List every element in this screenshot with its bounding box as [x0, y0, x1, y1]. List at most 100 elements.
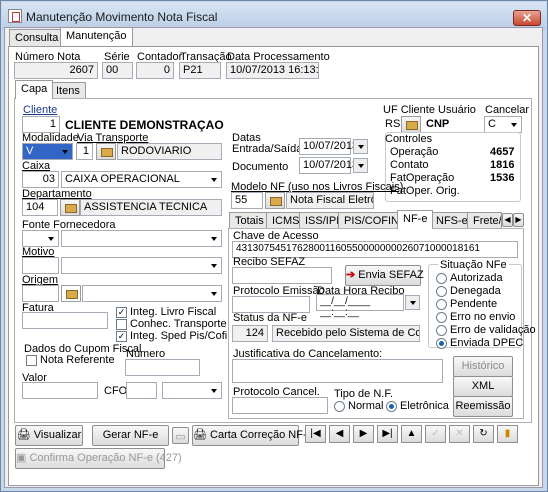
- carta-correcao-button[interactable]: 🖨 Carta Correção NF-e: [192, 425, 313, 446]
- confirma-operacao-button[interactable]: ▣ Confirma Operação NF-e (427): [15, 448, 182, 469]
- confirma-icon: ▣: [16, 452, 27, 464]
- folder-icon[interactable]: [401, 116, 421, 133]
- cfo-select[interactable]: [162, 382, 222, 399]
- entrada-date-field[interactable]: 10/07/2013: [299, 138, 358, 155]
- reemissao-button[interactable]: Reemissão: [453, 396, 513, 417]
- via-code-field[interactable]: 1: [76, 143, 93, 160]
- nota-referente-checkbox[interactable]: [26, 355, 37, 366]
- valor-field[interactable]: [22, 382, 98, 399]
- integ-sped-checkbox[interactable]: ✓: [116, 331, 127, 342]
- situacao-radio[interactable]: [436, 312, 447, 323]
- situacao-option-label: Erro no envio: [450, 311, 516, 323]
- tab-manutencao[interactable]: Manutenção: [60, 27, 133, 46]
- cfo-field[interactable]: [126, 382, 157, 399]
- visualizar-button[interactable]: 🖨 Visualizar: [15, 425, 83, 446]
- serie-field[interactable]: 00: [102, 62, 133, 79]
- data-hora-dropdown[interactable]: [405, 295, 420, 310]
- first-record-icon[interactable]: |◀: [305, 425, 326, 443]
- controles-label: Controles: [385, 133, 433, 145]
- controles-row-value: 4657: [490, 146, 515, 158]
- caixa-select[interactable]: CAIXA OPERACIONAL: [61, 171, 222, 188]
- uf-value: RS: [385, 118, 401, 130]
- fatura-field[interactable]: [22, 312, 108, 329]
- integ-sped-label: Integ. Sped Pis/Cofins: [130, 330, 239, 342]
- tipo-nf-label: Tipo de N.F.: [334, 388, 393, 400]
- insert-record-icon[interactable]: ▲: [401, 425, 422, 443]
- historico-button[interactable]: Histórico: [453, 356, 513, 377]
- entrada-saida-label: Entrada/Saída: [232, 143, 303, 155]
- motivo-code-field[interactable]: [22, 257, 59, 274]
- motivo-select[interactable]: [61, 257, 222, 274]
- data-hora-recibo-field[interactable]: __/__/____ __:__:__: [316, 294, 404, 318]
- cliente-code-field[interactable]: 1: [22, 116, 60, 133]
- conhec-transporte-checkbox[interactable]: [116, 319, 127, 330]
- data-proc-field[interactable]: 10/07/2013 16:13:50: [226, 62, 319, 79]
- tab-scroll-right-icon[interactable]: ▶: [513, 213, 524, 227]
- situacao-option-label: Denegada: [450, 285, 501, 297]
- tipo-normal-label: Normal: [348, 400, 384, 412]
- gerar-nfe-button[interactable]: Gerar NF-e: [92, 425, 169, 446]
- refresh-icon[interactable]: ↻: [473, 425, 494, 443]
- cancelar-label: Cancelar: [485, 104, 530, 116]
- exit-icon[interactable]: ▮: [497, 425, 518, 443]
- cliente-label[interactable]: Cliente: [23, 104, 57, 116]
- tab-frete[interactable]: Frete/Reb: [467, 212, 502, 229]
- last-record-icon[interactable]: ▶|: [377, 425, 398, 443]
- folder-icon[interactable]: [265, 192, 285, 209]
- documento-date-field[interactable]: 10/07/2013: [299, 157, 358, 174]
- app-icon: [8, 9, 22, 23]
- help-icon[interactable]: [61, 285, 81, 302]
- situacao-radio[interactable]: [436, 338, 447, 349]
- documento-dropdown[interactable]: [353, 158, 368, 173]
- numero-nota-field[interactable]: 2607: [14, 62, 98, 79]
- title-bar[interactable]: Manutenção Movimento Nota Fiscal ✕: [2, 2, 546, 30]
- numero-cupom-field[interactable]: [125, 359, 200, 376]
- cancelar-select[interactable]: C: [484, 116, 522, 133]
- fonte-select[interactable]: [61, 230, 222, 247]
- modalidade-select[interactable]: V: [22, 143, 73, 160]
- send-icon: ➔: [346, 269, 356, 281]
- integ-livro-label: Integ. Livro Fiscal: [130, 306, 217, 318]
- recibo-sefaz-field[interactable]: [232, 267, 332, 284]
- close-button[interactable]: ✕: [513, 10, 541, 26]
- entrada-dropdown[interactable]: [353, 139, 368, 154]
- origem-code-field[interactable]: [22, 285, 59, 302]
- modelo-code-field[interactable]: 55: [231, 192, 263, 209]
- situacao-radio[interactable]: [436, 273, 447, 284]
- envia-sefaz-button[interactable]: ➔ Envia SEFAZ: [345, 265, 424, 286]
- transacao-field[interactable]: P21: [179, 62, 221, 79]
- status-text-field: Recebido pelo Sistema de Contingência: [272, 325, 420, 342]
- tipo-eletronica-radio[interactable]: [386, 401, 397, 412]
- via-name-field: RODOVIARIO: [117, 143, 222, 160]
- contador-field[interactable]: 0: [136, 62, 174, 79]
- situacao-option-label: Autorizada: [450, 272, 503, 284]
- departamento-code-field[interactable]: 104: [22, 199, 58, 216]
- tab-itens[interactable]: Itens: [50, 82, 86, 99]
- situacao-radio[interactable]: [436, 325, 447, 336]
- cancel-record-icon[interactable]: ✕: [449, 425, 470, 443]
- justificativa-field[interactable]: [232, 359, 443, 383]
- prev-record-icon[interactable]: ◀: [329, 425, 350, 443]
- tab-capa[interactable]: Capa: [15, 80, 54, 99]
- origem-select[interactable]: [82, 285, 222, 302]
- caixa-code-field[interactable]: 03: [22, 171, 59, 188]
- situacao-option-label: Enviada DPEC: [450, 337, 524, 349]
- situacao-radio[interactable]: [436, 286, 447, 297]
- folder-icon[interactable]: [96, 143, 116, 160]
- folder-icon[interactable]: [60, 199, 80, 216]
- tab-scroll-left-icon[interactable]: ◀: [502, 213, 513, 227]
- xml-button[interactable]: XML: [453, 376, 513, 397]
- situacao-radio[interactable]: [436, 299, 447, 310]
- edit-record-icon[interactable]: ✓: [425, 425, 446, 443]
- integ-livro-checkbox[interactable]: ✓: [116, 307, 127, 318]
- tab-consulta[interactable]: Consulta: [9, 29, 65, 46]
- protocolo-cancel-field[interactable]: [232, 397, 328, 414]
- tab-totais[interactable]: Totais: [229, 212, 270, 229]
- fonte-code-select[interactable]: [22, 230, 59, 247]
- tab-nfe[interactable]: NF-e: [397, 210, 434, 229]
- next-record-icon[interactable]: ▶: [353, 425, 374, 443]
- carta-icon: 🖨: [193, 429, 207, 441]
- protocolo-emissao-field[interactable]: [232, 296, 310, 313]
- copy-icon[interactable]: ▭: [172, 427, 189, 444]
- tipo-normal-radio[interactable]: [334, 401, 345, 412]
